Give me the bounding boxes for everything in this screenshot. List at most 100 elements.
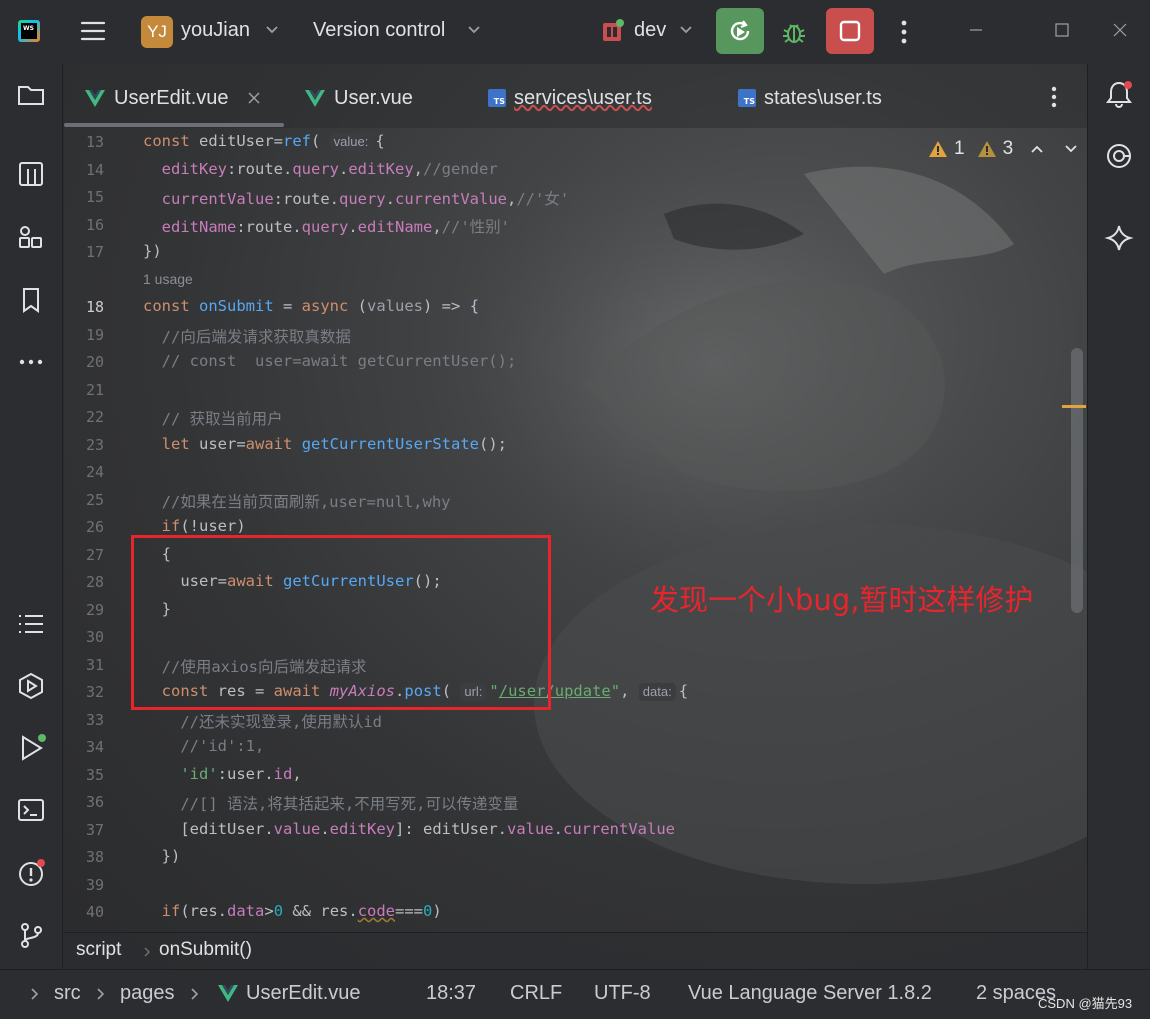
- run-config-icon[interactable]: [600, 18, 626, 44]
- code-line: // 获取当前用户: [161, 410, 283, 428]
- project-badge[interactable]: YJ: [141, 16, 173, 48]
- typescript-file-icon: TS: [488, 89, 506, 107]
- language-server[interactable]: Vue Language Server 1.8.2: [688, 982, 932, 1005]
- line-number: 19: [85, 326, 104, 344]
- line-number: 30: [85, 628, 104, 646]
- editor-area: UserEdit.vue User.vue TS services\user.t…: [64, 64, 1087, 969]
- maximize-window-icon[interactable]: [1054, 22, 1070, 38]
- tab-useredit-vue[interactable]: UserEdit.vue: [84, 84, 261, 112]
- breadcrumb-item[interactable]: onSubmit(): [159, 939, 252, 961]
- line-number: 20: [85, 353, 104, 371]
- code-line: const onSubmit = async (values) => {: [143, 297, 480, 315]
- line-number: 21: [85, 381, 104, 399]
- line-number: 18: [85, 298, 104, 316]
- hamburger-menu-icon[interactable]: [80, 18, 106, 44]
- typescript-file-icon: TS: [738, 89, 756, 107]
- nav-path-item[interactable]: UserEdit.vue: [246, 982, 361, 1005]
- chevron-down-icon[interactable]: [679, 23, 693, 37]
- usage-hint[interactable]: 1 usage: [143, 271, 193, 287]
- line-number: 35: [85, 766, 104, 784]
- vue-file-icon: [218, 985, 238, 1002]
- debug-bug-icon[interactable]: [774, 12, 814, 52]
- annotation-text: 发现一个小bug,暂时这样修护: [650, 583, 1034, 617]
- line-number: 39: [85, 876, 104, 894]
- line-number: 32: [85, 683, 104, 701]
- stop-button[interactable]: [826, 8, 874, 54]
- vertical-scrollbar[interactable]: [1071, 348, 1083, 613]
- structure-icon[interactable]: [15, 158, 47, 190]
- run-config-name[interactable]: dev: [634, 19, 666, 42]
- code-line: //向后端发请求获取真数据: [161, 328, 351, 346]
- nav-path-item[interactable]: src: [54, 982, 81, 1005]
- code-line: editKey:route.query.editKey,//gender: [161, 160, 498, 178]
- line-separator[interactable]: CRLF: [510, 982, 562, 1005]
- code-line: currentValue:route.query.currentValue,//…: [161, 190, 570, 208]
- more-vertical-icon[interactable]: [1044, 84, 1064, 110]
- code-line: if(res.data>0 && res.code===0): [161, 902, 442, 920]
- editor-tabs: UserEdit.vue User.vue TS services\user.t…: [64, 64, 1087, 128]
- tab-states-user-ts[interactable]: TS states\user.ts: [738, 84, 882, 112]
- minimize-window-icon[interactable]: [968, 22, 984, 38]
- nav-path-item[interactable]: pages: [120, 982, 175, 1005]
- code-line: }): [143, 242, 162, 260]
- tab-services-user-ts[interactable]: TS services\user.ts: [488, 84, 652, 112]
- file-encoding[interactable]: UTF-8: [594, 982, 651, 1005]
- rerun-button[interactable]: [716, 8, 764, 54]
- line-number: 26: [85, 518, 104, 536]
- line-number: 16: [85, 216, 104, 234]
- chevron-down-icon[interactable]: [467, 23, 481, 37]
- highlight-annotation-box: [131, 535, 551, 710]
- breadcrumb: script onSubmit(): [64, 932, 1087, 969]
- sparkle-icon[interactable]: [1103, 222, 1135, 254]
- code-line: //还未实现登录,使用默认id: [180, 713, 382, 731]
- code-line: //[] 语法,将其括起来,不用写死,可以传递变量: [180, 795, 519, 813]
- chevron-right-icon: [31, 988, 39, 1000]
- breadcrumb-item[interactable]: script: [76, 939, 121, 961]
- run-icon[interactable]: [15, 732, 47, 764]
- project-folder-icon[interactable]: [15, 78, 47, 110]
- line-number: 34: [85, 738, 104, 756]
- tab-label: UserEdit.vue: [114, 86, 229, 109]
- scrollbar-warning-marker[interactable]: [1062, 405, 1086, 408]
- close-tab-icon[interactable]: [247, 91, 261, 105]
- right-tool-window-bar: [1087, 64, 1150, 969]
- code-view[interactable]: 13 const editUser=ref( value:{ 14 editKe…: [64, 130, 1087, 932]
- more-tools-icon[interactable]: [15, 346, 47, 378]
- chevron-down-icon[interactable]: [265, 23, 279, 37]
- code-line: // const user=await getCurrentUser();: [161, 352, 517, 370]
- components-icon[interactable]: [15, 221, 47, 253]
- line-number: 25: [85, 491, 104, 509]
- param-hint: value:: [329, 133, 373, 151]
- code-line: [editUser.value.editKey]: editUser.value…: [143, 820, 675, 838]
- close-window-icon[interactable]: [1112, 22, 1128, 38]
- more-vertical-icon[interactable]: [894, 18, 914, 46]
- code-line: //'id':1,: [180, 737, 265, 755]
- todo-list-icon[interactable]: [15, 608, 47, 640]
- project-name[interactable]: youJian: [181, 19, 250, 42]
- version-control-menu[interactable]: Version control: [313, 19, 445, 42]
- notifications-bell-icon[interactable]: [1103, 78, 1135, 110]
- code-line: }): [143, 847, 181, 865]
- chevron-right-icon: [191, 988, 199, 1000]
- line-number: 36: [85, 793, 104, 811]
- tab-user-vue[interactable]: User.vue: [304, 84, 413, 112]
- line-number: 38: [85, 848, 104, 866]
- active-tab-indicator: [64, 123, 284, 127]
- terminal-icon[interactable]: [15, 794, 47, 826]
- line-number: 17: [85, 243, 104, 261]
- line-number: 27: [85, 546, 104, 564]
- problems-icon[interactable]: [15, 857, 47, 889]
- vue-file-icon: [305, 90, 325, 107]
- git-branch-icon[interactable]: [15, 919, 47, 951]
- bookmarks-icon[interactable]: [15, 284, 47, 316]
- services-icon[interactable]: [15, 670, 47, 702]
- ai-assistant-icon[interactable]: [1103, 140, 1135, 172]
- webstorm-logo-icon[interactable]: WS: [18, 20, 40, 42]
- code-line: 'id':user.id,: [180, 765, 302, 783]
- caret-position[interactable]: 18:37: [426, 982, 476, 1005]
- line-number: 33: [85, 711, 104, 729]
- param-hint: data:: [638, 683, 676, 701]
- line-number: 24: [85, 463, 104, 481]
- tab-label: User.vue: [334, 86, 413, 109]
- code-line: if(!user): [161, 517, 246, 535]
